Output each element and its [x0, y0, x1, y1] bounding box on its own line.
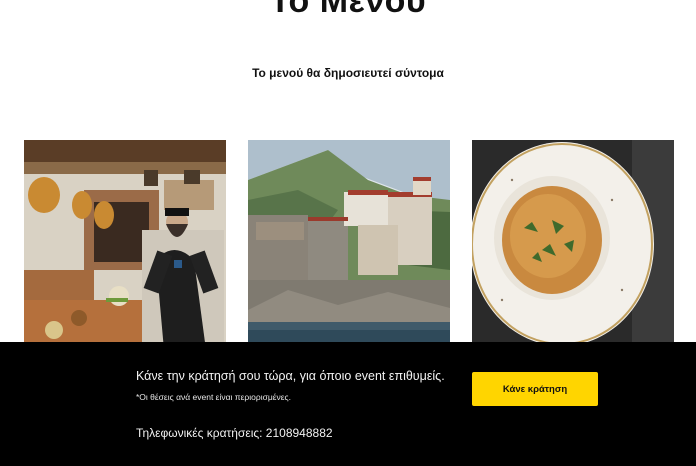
gallery-image-soup[interactable]: [472, 140, 674, 350]
booking-headline: Κάνε την κράτησή σου τώρα, για όποιο eve…: [136, 369, 445, 383]
chef-kitchen-photo: [24, 140, 226, 350]
booking-phone: Τηλεφωνικές κρατήσεις: 2108948882: [136, 426, 333, 440]
soup-bowl-photo: [472, 140, 674, 350]
page-title: Το Μενού: [269, 0, 427, 20]
image-gallery: [0, 140, 696, 350]
page-subtitle: Το μενού θα δημοσιευτεί σύντομα: [252, 66, 444, 80]
monastery-photo: [248, 140, 450, 350]
gallery-image-chef[interactable]: [24, 140, 226, 350]
book-now-button[interactable]: Κάνε κράτηση: [472, 372, 598, 406]
booking-bar: Κάνε την κράτησή σου τώρα, για όποιο eve…: [0, 342, 696, 466]
gallery-image-monastery[interactable]: [248, 140, 450, 350]
booking-note: *Οι θέσεις ανά event είναι περιορισμένες…: [136, 392, 292, 402]
